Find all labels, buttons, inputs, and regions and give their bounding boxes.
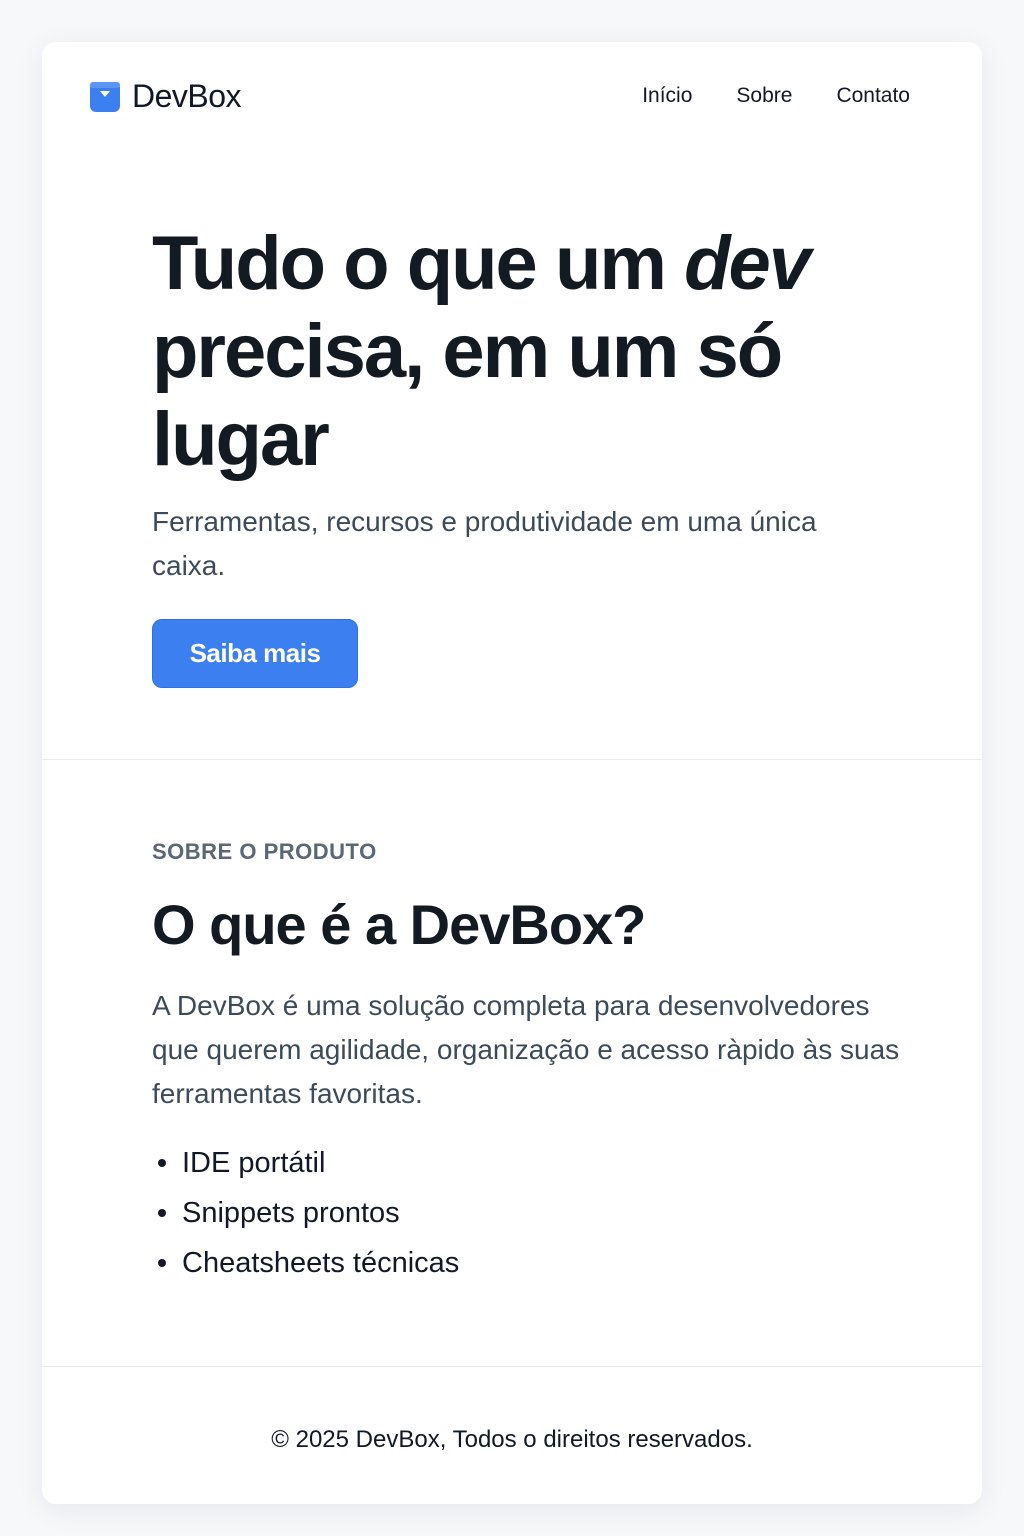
feature-label: Snippets prontos (182, 1196, 400, 1229)
copyright-text: © 2025 DevBox, Todos o direitos reservad… (271, 1426, 753, 1453)
hero-subtitle: Ferramentas, recursos e produtividade em… (152, 506, 817, 581)
section-title: O que é a DevBox? (152, 893, 646, 956)
feature-list: IDE portátil Snippets prontos Cheatsheet… (152, 1138, 459, 1288)
section-description: A DevBox é uma solução completa para des… (152, 990, 900, 1109)
section-divider (42, 759, 982, 760)
hero-title-emphasis: dev (684, 221, 811, 306)
hero-title-rest: precisa, em um só lugar (152, 309, 783, 482)
bullet-icon (158, 1159, 166, 1167)
learn-more-button[interactable]: Saiba mais (152, 619, 358, 688)
footer-divider (42, 1366, 982, 1367)
bullet-icon (158, 1209, 166, 1217)
nav-link-sobre[interactable]: Sobre (736, 84, 792, 108)
site-header: DevBox Início Sobre Contato (42, 42, 982, 152)
feature-label: Cheatsheets técnicas (182, 1246, 460, 1279)
feature-label: IDE portátil (182, 1146, 326, 1179)
brand-link[interactable]: DevBox (90, 78, 242, 115)
nav-link-inicio[interactable]: Início (642, 84, 692, 108)
box-download-icon (90, 81, 120, 112)
list-item: IDE portátil (152, 1138, 459, 1188)
main-nav: Início Sobre Contato (642, 84, 910, 108)
nav-link-contato[interactable]: Contato (836, 84, 910, 108)
section-eyebrow: SOBRE O PRODUTO (152, 839, 377, 864)
hero-title-start: Tudo o que um (152, 221, 685, 306)
bullet-icon (158, 1259, 166, 1267)
list-item: Cheatsheets técnicas (152, 1238, 459, 1288)
brand-name: DevBox (132, 78, 242, 114)
list-item: Snippets prontos (152, 1188, 459, 1238)
page-card: DevBox Início Sobre Contato Tudo o que u… (42, 42, 982, 1504)
hero-title: Tudo o que um dev precisa, em um só lugar (152, 220, 872, 484)
